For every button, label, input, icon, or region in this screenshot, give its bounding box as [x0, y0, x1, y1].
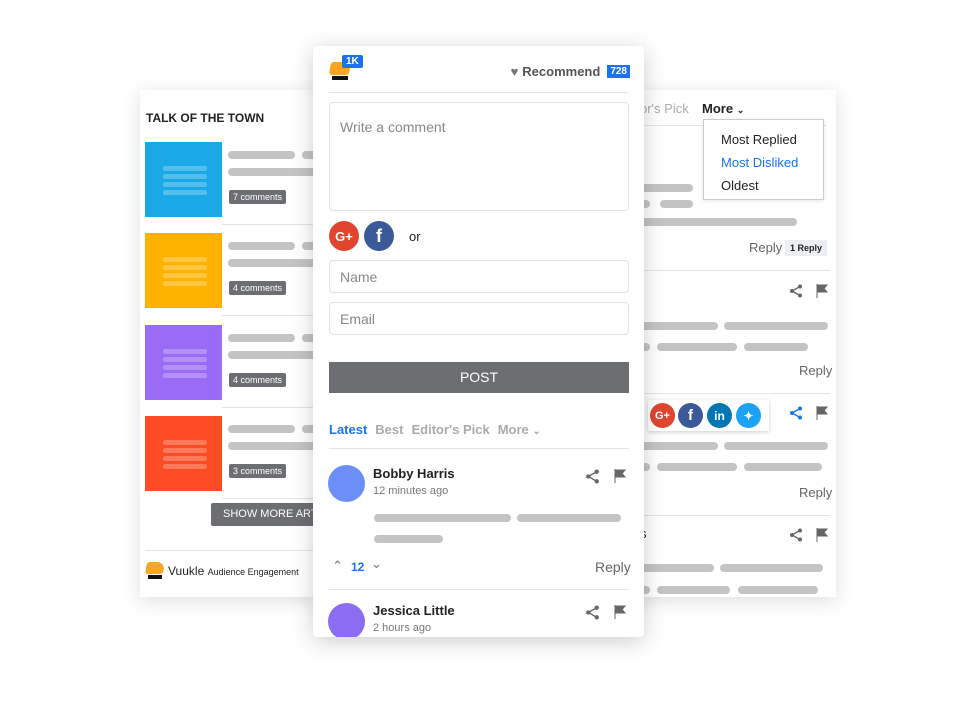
divider: [145, 550, 318, 551]
upvote-icon[interactable]: ⌃: [332, 558, 343, 574]
article-card[interactable]: 7 comments: [140, 142, 318, 225]
flag-icon[interactable]: [816, 528, 828, 542]
twitter-share-icon[interactable]: ✦: [736, 403, 761, 428]
share-icon[interactable]: [585, 605, 600, 620]
sort-tabs: Latest Best Editor's Pick More ⌄: [329, 422, 541, 437]
comment-time: 2 hours ago: [373, 622, 432, 634]
share-icon[interactable]: [585, 469, 600, 484]
menu-item[interactable]: Most Disliked: [704, 152, 823, 175]
menu-item[interactable]: Oldest: [704, 175, 823, 198]
reply-button[interactable]: Reply: [595, 559, 631, 575]
or-label: or: [409, 229, 421, 244]
tab-editors-pick[interactable]: or's Pick: [640, 101, 689, 116]
recommend-count: 728: [607, 65, 630, 78]
google-plus-share-icon[interactable]: G+: [650, 403, 675, 428]
tab-best[interactable]: Best: [375, 422, 403, 437]
article-thumbnail[interactable]: [145, 415, 222, 491]
comment-time: 12 minutes ago: [373, 485, 449, 497]
vuukle-logo-icon: [144, 562, 166, 574]
comment-widget: 1K ♥ Recommend 728 Write a comment G+ f …: [313, 46, 644, 637]
tab-latest[interactable]: Latest: [329, 422, 367, 437]
article-card[interactable]: 3 comments: [140, 415, 318, 499]
avatar[interactable]: [328, 465, 365, 502]
facebook-login-icon[interactable]: f: [364, 221, 394, 251]
article-card[interactable]: 4 comments: [140, 233, 318, 317]
google-plus-login-icon[interactable]: G+: [329, 221, 359, 251]
brand-name: Vuukle: [168, 564, 205, 578]
tab-more[interactable]: More ⌄: [498, 422, 541, 437]
flag-icon[interactable]: [614, 469, 626, 483]
name-input[interactable]: Name: [329, 260, 629, 293]
share-icon[interactable]: [789, 528, 803, 542]
tab-more-label: More: [702, 101, 734, 116]
replies-badge[interactable]: 1 Reply: [785, 240, 828, 256]
article-card[interactable]: 4 comments: [140, 324, 318, 408]
share-icon[interactable]: [789, 406, 803, 420]
comments-badge: 4 comments: [229, 281, 287, 296]
brand-tagline: Audience Engagement: [207, 567, 299, 577]
talk-of-the-town-widget: TALK OF THE TOWN 7 comments 4 comments 4…: [140, 90, 318, 597]
reply-button[interactable]: Reply: [799, 363, 832, 378]
comments-badge: 3 comments: [229, 463, 287, 478]
recommend-label: Recommend: [522, 64, 601, 79]
count-badge: 1K: [342, 55, 363, 68]
commenter-name[interactable]: Bobby Harris: [373, 466, 455, 481]
article-thumbnail[interactable]: [145, 233, 222, 309]
comments-badge: 4 comments: [229, 372, 287, 387]
downvote-icon[interactable]: ⌄: [371, 556, 382, 572]
flag-icon[interactable]: [816, 406, 828, 420]
sort-dropdown-menu: Most Replied Most Disliked Oldest: [703, 119, 824, 200]
tab-editor-s-pick[interactable]: Editor's Pick: [411, 422, 489, 437]
sorted-comments-panel: or's Pick More ⌄ Reply 1 Reply Reply G+ …: [630, 90, 836, 597]
comments-badge: 7 comments: [229, 190, 287, 204]
show-more-button[interactable]: SHOW MORE ARTICLES: [211, 503, 318, 526]
commenter-name[interactable]: Jessica Little: [373, 603, 455, 618]
flag-icon[interactable]: [614, 605, 626, 619]
linkedin-share-icon[interactable]: in: [707, 403, 732, 428]
chevron-down-icon: ⌄: [532, 426, 541, 437]
menu-item[interactable]: Most Replied: [704, 129, 823, 152]
recommend-button[interactable]: ♥ Recommend 728: [511, 64, 630, 79]
vote-count: 12: [351, 560, 365, 574]
reply-button[interactable]: Reply: [749, 240, 782, 255]
chevron-down-icon: ⌄: [736, 105, 745, 115]
article-thumbnail[interactable]: [145, 324, 222, 400]
reply-button[interactable]: Reply: [799, 485, 832, 500]
flag-icon[interactable]: [816, 284, 828, 298]
post-button[interactable]: POST: [329, 362, 629, 393]
article-thumbnail[interactable]: [145, 142, 222, 217]
widget-title: TALK OF THE TOWN: [146, 111, 265, 125]
email-input[interactable]: Email: [329, 302, 629, 335]
tab-more[interactable]: More ⌄: [702, 101, 744, 116]
avatar[interactable]: [328, 603, 365, 637]
comment-textarea[interactable]: Write a comment: [329, 102, 629, 211]
heart-icon: ♥: [510, 64, 519, 79]
facebook-share-icon[interactable]: f: [678, 403, 703, 428]
brand: Vuukle Audience Engagement: [168, 564, 299, 578]
share-icon[interactable]: [789, 284, 803, 298]
